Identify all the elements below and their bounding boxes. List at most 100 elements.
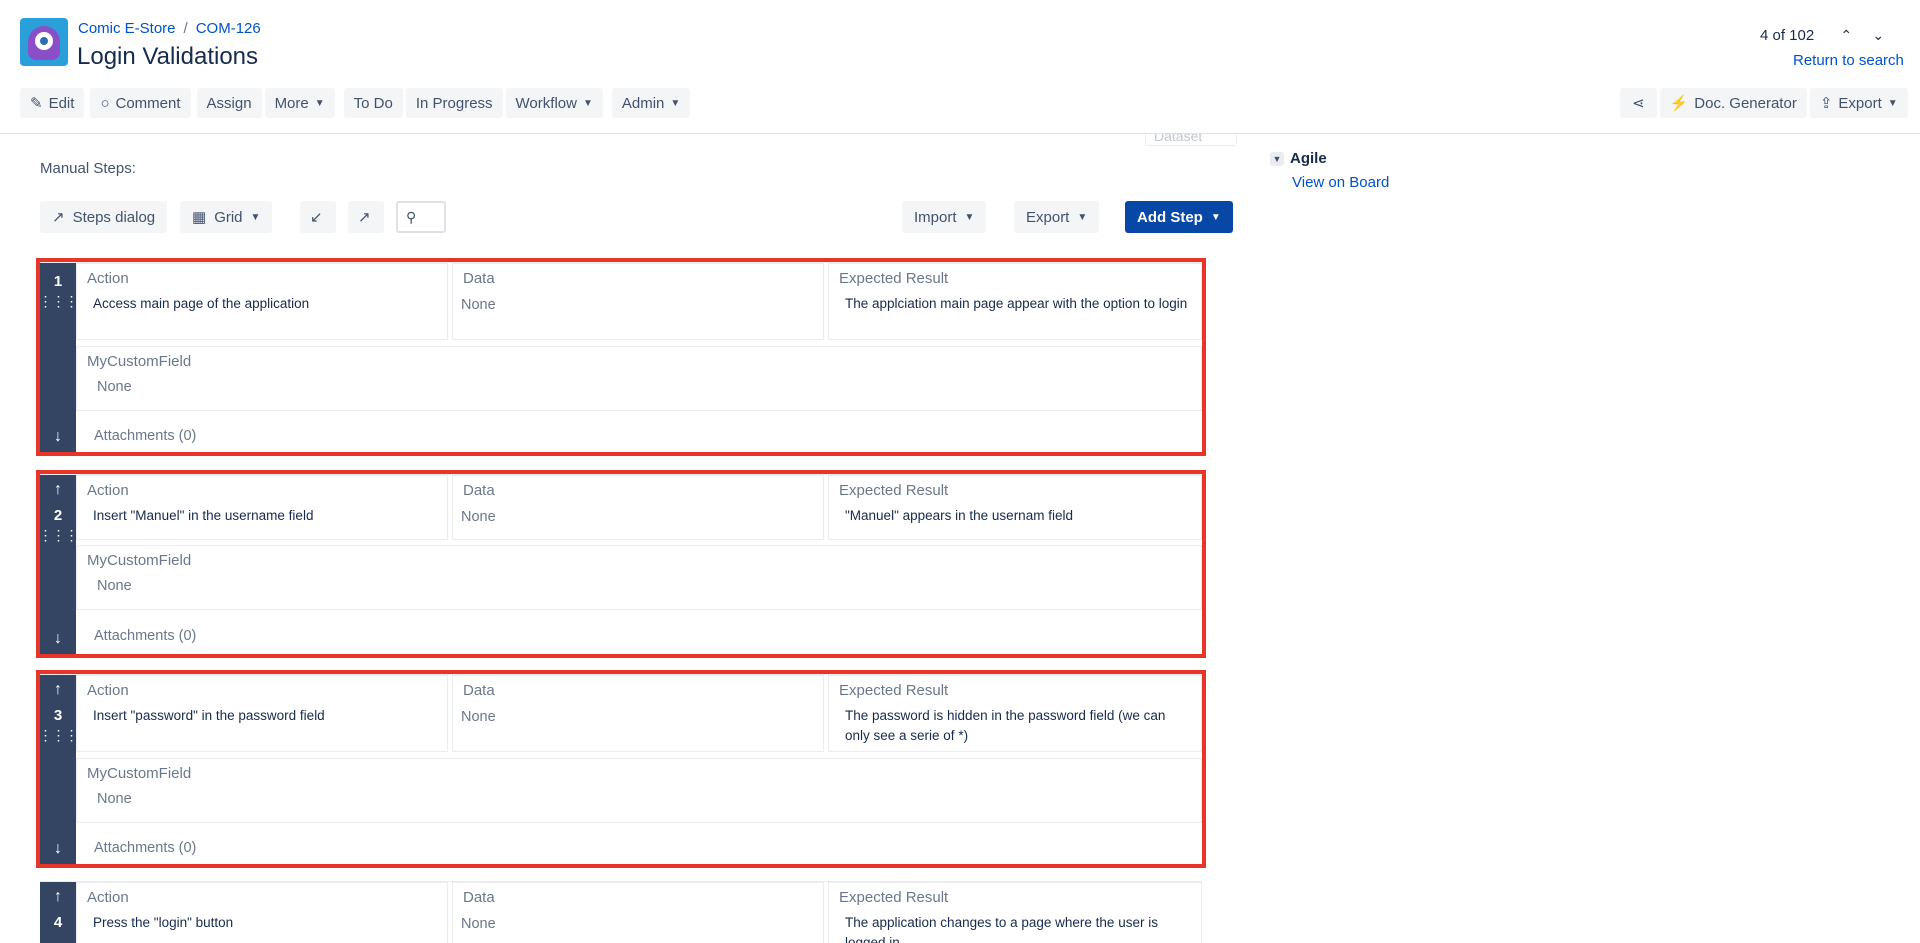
steps-search-input[interactable]: ⚲ <box>396 201 446 233</box>
export-issue-dropdown[interactable]: ⇪ Export ▼ <box>1809 88 1908 118</box>
custom-field-cell[interactable]: MyCustomField None <box>76 758 1202 823</box>
comment-button[interactable]: ○ Comment <box>90 88 191 118</box>
pencil-icon: ✎ <box>30 95 43 112</box>
view-on-board-link[interactable]: View on Board <box>1292 174 1389 191</box>
expected-result-cell[interactable]: Expected Result The applciation main pag… <box>828 263 1202 340</box>
import-dropdown[interactable]: Import ▼ <box>902 201 987 233</box>
admin-label: Admin <box>621 94 665 112</box>
agile-section-header[interactable]: ▼ Agile <box>1270 150 1327 167</box>
step-rail: ↑ 2 ⋮⋮⋮ ↓ <box>39 475 79 654</box>
data-label: Data <box>463 482 495 499</box>
move-down-arrow-icon[interactable]: ↓ <box>54 840 62 858</box>
expected-result-value: The applciation main page appear with th… <box>845 296 1188 311</box>
test-step-4: ↑ 4 Action Press the "login" button Data… <box>40 881 1202 943</box>
data-cell[interactable]: Data None <box>452 882 824 943</box>
edit-button[interactable]: ✎ Edit <box>20 88 85 118</box>
doc-generator-button[interactable]: ⚡ Doc. Generator <box>1659 88 1807 118</box>
custom-field-cell[interactable]: MyCustomField None <box>76 346 1202 411</box>
export-steps-dropdown[interactable]: Export ▼ <box>1014 201 1100 233</box>
pager-position: 4 of 102 <box>1760 27 1815 44</box>
move-up-arrow-icon[interactable]: ↑ <box>54 481 62 499</box>
return-to-search-link[interactable]: Return to search <box>1793 52 1904 69</box>
search-icon: ⚲ <box>406 208 417 225</box>
chevron-down-icon: ▼ <box>670 97 681 109</box>
breadcrumb-issue-key-link[interactable]: COM-126 <box>196 20 261 37</box>
issue-header: Comic E-Store / COM-126 Login Validation… <box>0 0 1920 134</box>
action-label: Action <box>87 270 129 287</box>
grid-view-dropdown[interactable]: ▦ Grid ▼ <box>180 201 273 233</box>
steps-dialog-button[interactable]: ↗ Steps dialog <box>40 201 168 233</box>
workflow-dropdown[interactable]: Workflow ▼ <box>505 88 603 118</box>
doc-generator-label: Doc. Generator <box>1694 94 1797 112</box>
step-number: 2 <box>53 507 63 524</box>
move-down-arrow-icon[interactable]: ↓ <box>54 428 62 446</box>
speech-bubble-icon: ○ <box>100 94 110 112</box>
lightning-icon: ⚡ <box>1669 95 1689 112</box>
admin-dropdown[interactable]: Admin ▼ <box>611 88 691 118</box>
move-up-arrow-icon[interactable]: ↑ <box>54 888 62 906</box>
chevron-down-icon: ▼ <box>314 97 325 109</box>
expected-result-label: Expected Result <box>839 682 949 699</box>
action-cell[interactable]: Action Press the "login" button <box>76 882 448 943</box>
workflow-label: Workflow <box>515 94 577 112</box>
breadcrumb: Comic E-Store / COM-126 <box>78 20 261 37</box>
drag-handle-icon[interactable]: ⋮⋮⋮ <box>39 528 79 542</box>
export-label: Export <box>1838 94 1882 112</box>
collapse-icon[interactable]: ↙ <box>300 201 336 233</box>
data-label: Data <box>463 889 495 906</box>
next-issue-chevron-down-icon[interactable]: ⌄ <box>1864 27 1892 44</box>
custom-field-value: None <box>97 379 132 395</box>
add-step-label: Add Step <box>1137 208 1203 226</box>
dataset-button[interactable]: Dataset <box>1145 134 1237 146</box>
export-steps-label: Export <box>1026 208 1070 226</box>
custom-field-cell[interactable]: MyCustomField None <box>76 545 1202 610</box>
data-cell[interactable]: Data None <box>452 675 824 752</box>
steps-dialog-label: Steps dialog <box>72 208 156 226</box>
action-cell[interactable]: Action Access main page of the applicati… <box>76 263 448 340</box>
custom-field-label: MyCustomField <box>87 552 192 569</box>
attachments-link[interactable]: Attachments (0) <box>94 428 196 444</box>
move-down-arrow-icon[interactable]: ↓ <box>54 630 62 648</box>
add-step-button[interactable]: Add Step ▼ <box>1125 201 1233 233</box>
assign-label: Assign <box>206 94 252 112</box>
expected-result-cell[interactable]: Expected Result The application changes … <box>828 882 1202 943</box>
chevron-down-icon: ▼ <box>1210 211 1221 223</box>
chevron-down-icon: ▼ <box>1887 97 1898 109</box>
move-up-arrow-icon[interactable]: ↑ <box>54 681 62 699</box>
grid-label: Grid <box>214 208 243 226</box>
in-progress-label: In Progress <box>415 94 493 112</box>
action-label: Action <box>87 482 129 499</box>
data-cell[interactable]: Data None <box>452 475 824 540</box>
breadcrumb-separator: / <box>183 20 188 37</box>
data-cell[interactable]: Data None <box>452 263 824 340</box>
transition-in-progress-button[interactable]: In Progress <box>405 88 503 118</box>
expected-result-cell[interactable]: Expected Result The password is hidden i… <box>828 675 1202 752</box>
data-label: Data <box>463 270 495 287</box>
chevron-down-icon: ▼ <box>964 211 975 223</box>
expected-result-label: Expected Result <box>839 889 949 906</box>
action-value: Access main page of the application <box>93 296 310 311</box>
expand-icon[interactable]: ↗ <box>348 201 384 233</box>
issue-action-toolbar: ✎ Edit ○ Comment Assign More ▼ To Do In Pro… <box>20 88 691 118</box>
transition-todo-button[interactable]: To Do <box>343 88 403 118</box>
breadcrumb-project-link[interactable]: Comic E-Store <box>78 20 176 37</box>
expected-result-value: The password is hidden in the password f… <box>845 708 1166 743</box>
assign-button[interactable]: Assign <box>196 88 262 118</box>
action-cell[interactable]: Action Insert "Manuel" in the username f… <box>76 475 448 540</box>
test-step-1: 1 ⋮⋮⋮ ↓ Action Access main page of the a… <box>36 258 1206 456</box>
previous-issue-chevron-up-icon[interactable]: ⌃ <box>1832 27 1860 44</box>
drag-handle-icon[interactable]: ⋮⋮⋮ <box>39 728 79 742</box>
share-button[interactable]: ⋖ <box>1620 88 1657 118</box>
action-label: Action <box>87 682 129 699</box>
chevron-down-icon[interactable]: ▼ <box>1270 151 1284 166</box>
project-avatar-icon[interactable] <box>20 18 68 66</box>
attachments-link[interactable]: Attachments (0) <box>94 628 196 644</box>
more-dropdown[interactable]: More ▼ <box>264 88 335 118</box>
action-cell[interactable]: Action Insert "password" in the password… <box>76 675 448 752</box>
custom-field-label: MyCustomField <box>87 353 192 370</box>
drag-handle-icon[interactable]: ⋮⋮⋮ <box>39 294 79 308</box>
expected-result-cell[interactable]: Expected Result "Manuel" appears in the … <box>828 475 1202 540</box>
attachments-link[interactable]: Attachments (0) <box>94 840 196 856</box>
chevron-down-icon: ▼ <box>582 97 593 109</box>
manual-steps-label: Manual Steps: <box>40 160 136 177</box>
